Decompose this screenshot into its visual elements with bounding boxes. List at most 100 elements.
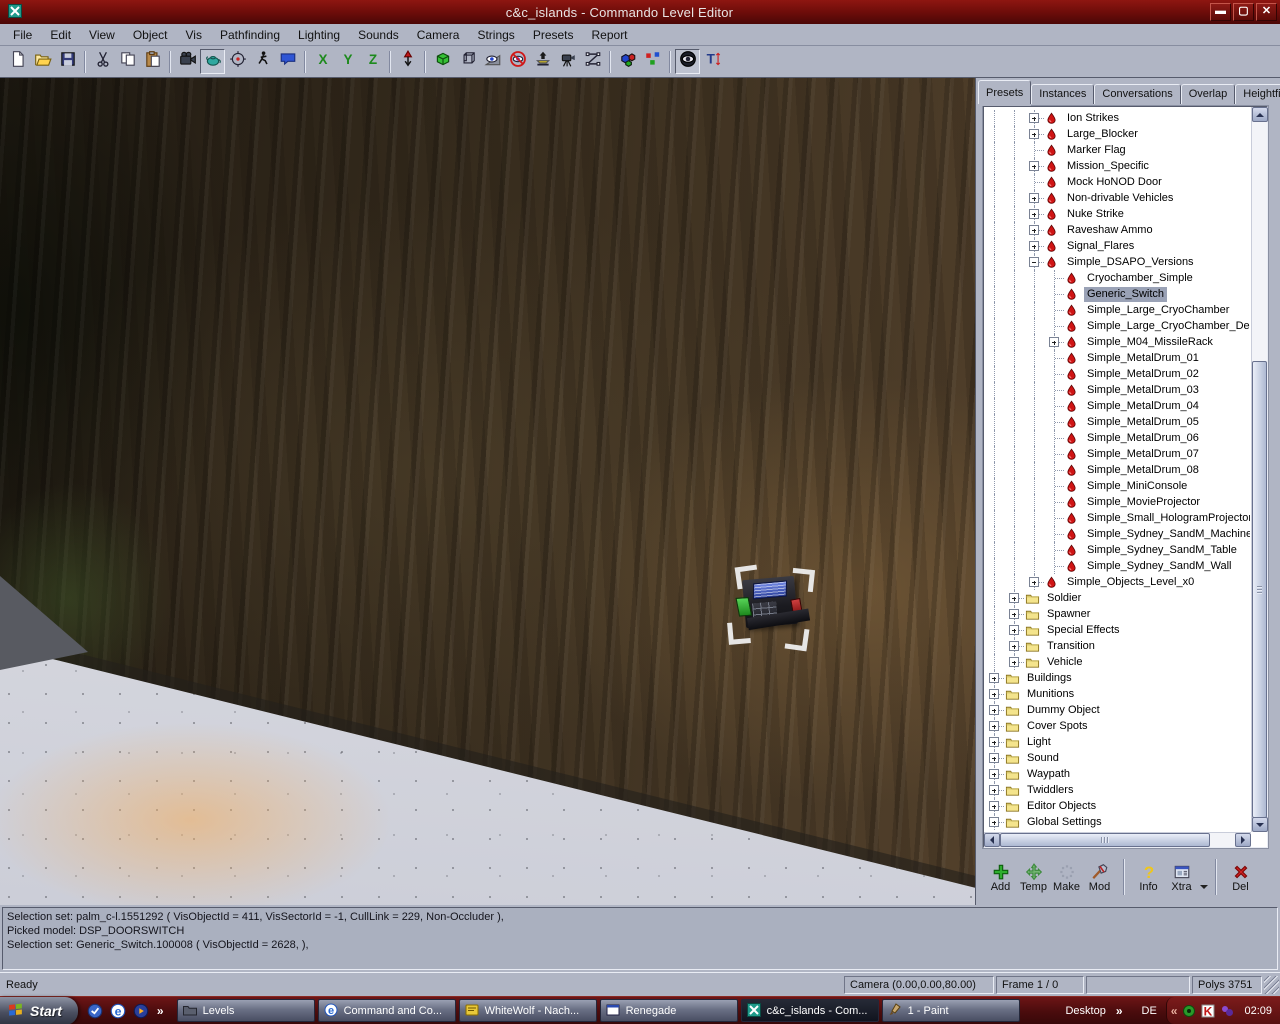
expand-box-icon[interactable] xyxy=(1009,641,1019,651)
tree-item[interactable]: Simple_Sydney_SandM_Table xyxy=(985,542,1250,558)
polygon-tool-toolbar-button[interactable] xyxy=(580,49,605,74)
tree-item-label[interactable]: Non-drivable Vehicles xyxy=(1064,191,1176,206)
menu-item-sounds[interactable]: Sounds xyxy=(349,25,408,45)
menu-item-vis[interactable]: Vis xyxy=(177,25,211,45)
task-button[interactable]: c&c_islands - Com... xyxy=(741,999,879,1022)
task-button[interactable]: WhiteWolf - Nach... xyxy=(459,999,597,1022)
tree-item[interactable]: Soldier xyxy=(985,590,1250,606)
vis-eye-toolbar-button[interactable] xyxy=(480,49,505,74)
menu-item-file[interactable]: File xyxy=(4,25,41,45)
copy-toolbar-button[interactable] xyxy=(115,49,140,74)
tree-item-label[interactable]: Dummy Object xyxy=(1024,703,1103,718)
tree-item-label[interactable]: Sound xyxy=(1024,751,1062,766)
tree-item[interactable]: Simple_Sydney_SandM_Wall xyxy=(985,558,1250,574)
tree-item-label[interactable]: Simple_MetalDrum_06 xyxy=(1084,431,1202,446)
chevron-icon[interactable]: » xyxy=(155,1004,166,1018)
tree-item[interactable]: Signal_Flares xyxy=(985,238,1250,254)
tree-item-label[interactable]: Light xyxy=(1024,735,1054,750)
tree-item-label[interactable]: Signal_Flares xyxy=(1064,239,1137,254)
collapse-box-icon[interactable] xyxy=(1029,257,1039,267)
tree-item[interactable]: Non-drivable Vehicles xyxy=(985,190,1250,206)
make-button[interactable]: Make xyxy=(1050,861,1083,893)
tree-item[interactable]: Transition xyxy=(985,638,1250,654)
walk-character-toolbar-button[interactable] xyxy=(250,49,275,74)
tree-item[interactable]: Raveshaw Ammo xyxy=(985,222,1250,238)
tree-item[interactable]: Spawner xyxy=(985,606,1250,622)
tree-item-label[interactable]: Global Settings xyxy=(1024,815,1105,830)
scroll-down-button[interactable] xyxy=(1252,817,1268,832)
tab-presets[interactable]: Presets xyxy=(978,80,1031,104)
tree-item-label[interactable]: Twiddlers xyxy=(1024,783,1076,798)
tree-item[interactable]: Simple_MovieProjector xyxy=(985,494,1250,510)
tree-item[interactable]: Mock HoNOD Door xyxy=(985,174,1250,190)
wireframe-cube-toolbar-button[interactable] xyxy=(455,49,480,74)
tree-item-label[interactable]: Cryochamber_Simple xyxy=(1084,271,1196,286)
expand-box-icon[interactable] xyxy=(1009,593,1019,603)
tripod-camera-toolbar-button[interactable] xyxy=(555,49,580,74)
viewport-3d[interactable] xyxy=(0,78,976,905)
tab-heightfield[interactable]: Heightfield xyxy=(1235,84,1280,104)
minimize-button[interactable]: ▬ xyxy=(1210,3,1231,21)
tree-item-label[interactable]: Spawner xyxy=(1044,607,1093,622)
tree-item-label[interactable]: Special Effects xyxy=(1044,623,1123,638)
expand-box-icon[interactable] xyxy=(1029,225,1039,235)
tree-item-label[interactable]: Generic_Switch xyxy=(1084,287,1167,302)
output-log[interactable]: Selection set: palm_c-l.1551292 ( VisObj… xyxy=(2,907,1278,970)
language-indicator[interactable]: DE xyxy=(1133,1005,1166,1017)
expand-box-icon[interactable] xyxy=(1029,129,1039,139)
tree-item[interactable]: Munitions xyxy=(985,686,1250,702)
tray-chevron-icon[interactable]: « xyxy=(1171,1004,1178,1018)
menu-item-report[interactable]: Report xyxy=(583,25,637,45)
chevron-icon[interactable]: » xyxy=(1114,1004,1125,1018)
scroll-right-button[interactable] xyxy=(1235,833,1251,847)
tree-item[interactable]: Large_Blocker xyxy=(985,126,1250,142)
resize-grip[interactable] xyxy=(1264,976,1279,994)
scroll-thumb[interactable] xyxy=(1252,361,1267,818)
scroll-up-button[interactable] xyxy=(1252,107,1268,122)
expand-box-icon[interactable] xyxy=(1009,625,1019,635)
tab-instances[interactable]: Instances xyxy=(1031,84,1094,104)
menu-item-object[interactable]: Object xyxy=(124,25,177,45)
menu-item-pathfinding[interactable]: Pathfinding xyxy=(211,25,289,45)
axis-x-toolbar-button[interactable]: X xyxy=(310,49,335,74)
tree-item[interactable]: Simple_Small_HologramProjector xyxy=(985,510,1250,526)
hide-no-sign-toolbar-button[interactable] xyxy=(505,49,530,74)
tree-item[interactable]: Simple_Objects_Level_x0 xyxy=(985,574,1250,590)
axis-y-toolbar-button[interactable]: Y xyxy=(335,49,360,74)
tree-item-label[interactable]: Cover Spots xyxy=(1024,719,1091,734)
info-button[interactable]: ?Info xyxy=(1132,861,1165,893)
title-bar[interactable]: c&c_islands - Commando Level Editor ▬ ▢ … xyxy=(0,0,1280,24)
colored-cubes-toolbar-button[interactable] xyxy=(615,49,640,74)
tree-item-label[interactable]: Simple_Large_CryoChamber_Destr xyxy=(1084,319,1250,334)
tree-item[interactable]: Dummy Object xyxy=(985,702,1250,718)
tree-item[interactable]: Simple_M04_MissileRack xyxy=(985,334,1250,350)
tree-item[interactable]: Simple_MetalDrum_05 xyxy=(985,414,1250,430)
tree-item[interactable]: Simple_MetalDrum_03 xyxy=(985,382,1250,398)
outlook-icon[interactable] xyxy=(86,1002,104,1020)
tree-item[interactable]: Simple_MetalDrum_08 xyxy=(985,462,1250,478)
expand-box-icon[interactable] xyxy=(1029,241,1039,251)
media-player-icon[interactable] xyxy=(132,1002,150,1020)
tree-item-label[interactable]: Nuke Strike xyxy=(1064,207,1127,222)
kaspersky-icon[interactable]: K xyxy=(1200,1003,1216,1019)
text-tool-toolbar-button[interactable]: T xyxy=(700,49,725,74)
tree-item-label[interactable]: Simple_MetalDrum_07 xyxy=(1084,447,1202,462)
task-button[interactable]: 1 - Paint xyxy=(882,999,1020,1022)
scroll-left-button[interactable] xyxy=(984,833,1000,847)
tab-overlap[interactable]: Overlap xyxy=(1181,84,1236,104)
tree-item-label[interactable]: Raveshaw Ammo xyxy=(1064,223,1156,238)
tree-item[interactable]: Nuke Strike xyxy=(985,206,1250,222)
tree-item-label[interactable]: Simple_MetalDrum_02 xyxy=(1084,367,1202,382)
tree-item-label[interactable]: Simple_Sydney_SandM_Machine xyxy=(1084,527,1250,542)
expand-box-icon[interactable] xyxy=(989,753,999,763)
ie-icon[interactable]: e xyxy=(109,1002,127,1020)
rgb-points-toolbar-button[interactable] xyxy=(640,49,665,74)
tree-item[interactable]: Marker Flag xyxy=(985,142,1250,158)
desktop-toolbar[interactable]: Desktop » xyxy=(1057,1004,1132,1018)
tree-item[interactable]: Ion Strikes xyxy=(985,110,1250,126)
xtra-dropdown-arrow-icon[interactable] xyxy=(1200,885,1208,893)
tree-item[interactable]: Simple_MetalDrum_01 xyxy=(985,350,1250,366)
tree-item-label[interactable]: Marker Flag xyxy=(1064,143,1129,158)
expand-box-icon[interactable] xyxy=(1029,193,1039,203)
cut-toolbar-button[interactable] xyxy=(90,49,115,74)
